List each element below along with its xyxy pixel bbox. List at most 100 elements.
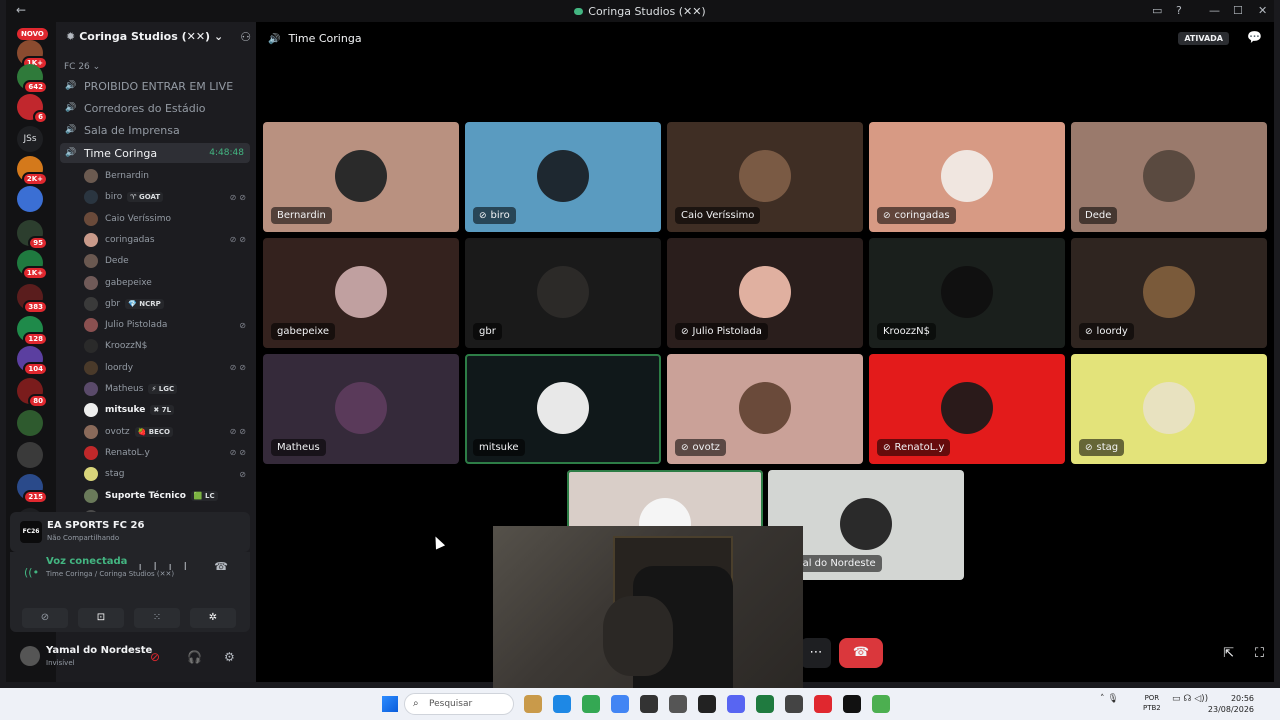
fullscreen-icon[interactable]: ⛶: [1255, 646, 1264, 661]
member-item[interactable]: Suporte Técnico 🟩 LC: [84, 486, 249, 506]
mic-muted-icon[interactable]: ⊘: [150, 650, 160, 664]
soundboard-button[interactable]: ✲: [190, 608, 236, 628]
user-name[interactable]: Yamal do Nordeste: [46, 645, 152, 656]
member-name: biro: [105, 192, 123, 203]
close-button[interactable]: ✕: [1258, 4, 1267, 17]
member-item[interactable]: stag ⊘: [84, 464, 249, 484]
server-icon[interactable]: 1K+: [17, 250, 48, 280]
member-item[interactable]: gabepeixe: [84, 273, 249, 293]
tray-overflow[interactable]: ˄ 🎙: [1100, 694, 1119, 704]
taskbar-app-icon[interactable]: [553, 695, 571, 713]
chat-icon[interactable]: 💬: [1247, 30, 1262, 44]
clock[interactable]: 20:56 23/08/2026: [1208, 693, 1254, 715]
member-item[interactable]: coringadas ⊘⊘: [84, 230, 249, 250]
participant-tile[interactable]: ⊘ RenatoL.y: [869, 354, 1065, 464]
member-item[interactable]: Caio Veríssimo: [84, 209, 249, 229]
member-item[interactable]: mitsuke ✖ 7L: [84, 400, 249, 420]
signal-icon[interactable]: ((•: [24, 566, 39, 579]
participant-tile[interactable]: mitsuke: [465, 354, 661, 464]
taskbar-app-icon[interactable]: [785, 695, 803, 713]
channel-3[interactable]: 🔊 Sala de Imprensa: [60, 120, 250, 140]
gear-icon[interactable]: ⚙: [224, 650, 235, 664]
taskbar-app-icon[interactable]: [698, 695, 716, 713]
server-icon[interactable]: [17, 410, 43, 436]
server-icon[interactable]: 128: [17, 316, 48, 346]
taskbar-app-icon[interactable]: [872, 695, 890, 713]
server-icon[interactable]: [17, 442, 43, 468]
avatar[interactable]: [20, 646, 40, 666]
taskbar-app-icon[interactable]: [669, 695, 687, 713]
server-icon[interactable]: 642: [17, 64, 48, 94]
server-icon[interactable]: 80: [17, 378, 48, 408]
taskbar-app-icon[interactable]: [843, 695, 861, 713]
member-item[interactable]: ovotz 🍓 BECO ⊘⊘: [84, 422, 249, 442]
member-item[interactable]: gbr 💎 NCRP: [84, 294, 249, 314]
participant-tile[interactable]: gbr: [465, 238, 661, 348]
activities-button[interactable]: ⁙: [134, 608, 180, 628]
participant-name: ⊘ RenatoL.y: [877, 439, 951, 456]
participant-tile[interactable]: ⊘ stag: [1071, 354, 1267, 464]
server-icon[interactable]: 104: [17, 346, 48, 376]
participant-tile[interactable]: Caio Veríssimo: [667, 122, 863, 232]
person-add-icon[interactable]: ⚇: [240, 30, 251, 44]
taskbar-app-icon[interactable]: [611, 695, 629, 713]
channel-1[interactable]: 🔊 PROIBIDO ENTRAR EM LIVE: [60, 76, 250, 96]
participant-tile[interactable]: ⊘ ovotz: [667, 354, 863, 464]
tray-icons[interactable]: ▭ ☊ ◁)): [1172, 694, 1208, 704]
taskbar-app-icon[interactable]: [814, 695, 832, 713]
participant-tile[interactable]: ⊘ coringadas: [869, 122, 1065, 232]
channel-2[interactable]: 🔊 Corredores do Estádio: [60, 98, 250, 118]
more-options-button[interactable]: ⋯: [801, 638, 831, 668]
server-icon[interactable]: 95: [17, 220, 48, 250]
minimize-button[interactable]: —: [1209, 4, 1220, 17]
popout-icon[interactable]: ⇱: [1223, 646, 1234, 661]
participant-tile[interactable]: ⊘ Julio Pistolada: [667, 238, 863, 348]
headset-icon[interactable]: 🎧: [187, 650, 202, 664]
taskbar-app-icon[interactable]: [640, 695, 658, 713]
server-header[interactable]: ✹ Coringa Studios (✕✕) ⌄ ⚇: [66, 30, 251, 50]
participant-tile[interactable]: Matheus: [263, 354, 459, 464]
member-item[interactable]: Bernardin: [84, 166, 249, 186]
participant-tile[interactable]: ⊘ loordy: [1071, 238, 1267, 348]
channel-4[interactable]: 🔊 Time Coringa 4:48:48: [60, 143, 250, 163]
language-indicator[interactable]: POR PTB2: [1143, 693, 1161, 713]
server-icon[interactable]: 1K+: [17, 40, 48, 70]
member-item[interactable]: Matheus ⚡ LGC: [84, 379, 249, 399]
windows-start-button[interactable]: [382, 696, 398, 712]
server-icon[interactable]: 383: [17, 284, 48, 314]
help-icon[interactable]: ?: [1176, 4, 1182, 17]
avatar: [1143, 266, 1195, 318]
member-item[interactable]: Julio Pistolada ⊘: [84, 315, 249, 335]
taskbar-app-icon[interactable]: [524, 695, 542, 713]
taskbar-app-icon[interactable]: [756, 695, 774, 713]
voice-status[interactable]: Voz conectada: [46, 556, 127, 567]
server-icon[interactable]: [17, 186, 43, 212]
member-item[interactable]: KroozzN$: [84, 336, 249, 356]
taskbar-app-icon[interactable]: [582, 695, 600, 713]
status-badge[interactable]: ATIVADA: [1178, 32, 1229, 45]
member-item[interactable]: Dede: [84, 251, 249, 271]
member-item[interactable]: loordy ⊘⊘: [84, 358, 249, 378]
taskbar-app-icon[interactable]: [727, 695, 745, 713]
inbox-icon[interactable]: ▭: [1152, 4, 1162, 17]
camera-off-button[interactable]: ⊘: [22, 608, 68, 628]
search-input[interactable]: ⌕ Pesquisar: [404, 693, 514, 715]
voice-actions[interactable]: ılıl ☎: [139, 560, 240, 573]
mention-badge: 95: [28, 236, 48, 250]
screen-share-button[interactable]: ⊡: [78, 608, 124, 628]
member-item[interactable]: biro ♈ GOAT ⊘⊘: [84, 187, 249, 207]
maximize-button[interactable]: ☐: [1233, 4, 1243, 17]
activity-panel[interactable]: FC26 EA SPORTS FC 26 Não Compartilhando: [10, 512, 250, 552]
server-icon-jss[interactable]: JSs: [17, 126, 43, 152]
server-icon[interactable]: 6: [17, 94, 48, 124]
member-item[interactable]: RenatoL.y ⊘⊘: [84, 443, 249, 463]
server-icon[interactable]: 215: [17, 474, 48, 504]
participant-tile[interactable]: Dede: [1071, 122, 1267, 232]
participant-tile[interactable]: Bernardin: [263, 122, 459, 232]
category-fc26[interactable]: FC 26 ⌄: [64, 62, 100, 72]
participant-tile[interactable]: KroozzN$: [869, 238, 1065, 348]
server-icon[interactable]: 2K+: [17, 156, 48, 186]
participant-tile[interactable]: gabepeixe: [263, 238, 459, 348]
disconnect-button[interactable]: ☎: [839, 638, 883, 668]
participant-tile[interactable]: ⊘ biro: [465, 122, 661, 232]
